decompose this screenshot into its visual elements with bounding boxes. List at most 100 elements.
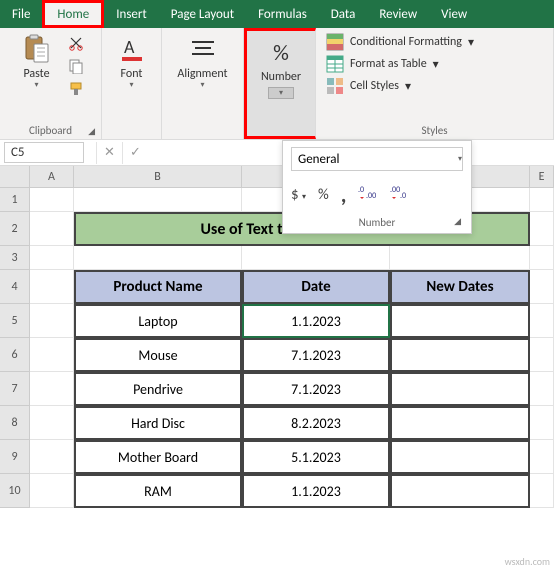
cell[interactable] bbox=[30, 406, 74, 440]
svg-text:.0: .0 bbox=[400, 191, 406, 200]
chevron-down-icon[interactable]: ▾ bbox=[268, 87, 294, 99]
tab-view[interactable]: View bbox=[429, 0, 479, 28]
data-cell[interactable] bbox=[390, 406, 530, 440]
cell-styles-button[interactable]: Cell Styles▾ bbox=[326, 77, 474, 95]
data-cell[interactable]: Hard Disc bbox=[74, 406, 242, 440]
cell[interactable] bbox=[530, 212, 554, 246]
paste-label: Paste bbox=[23, 67, 49, 81]
cell[interactable] bbox=[530, 372, 554, 406]
data-cell-selected[interactable]: 1.1.2023 bbox=[242, 304, 390, 338]
number-format-input[interactable] bbox=[292, 152, 458, 167]
scissors-icon bbox=[68, 35, 84, 51]
row-header[interactable]: 2 bbox=[0, 212, 30, 246]
tab-data[interactable]: Data bbox=[319, 0, 368, 28]
row-header[interactable]: 6 bbox=[0, 338, 30, 372]
data-cell[interactable] bbox=[390, 440, 530, 474]
col-header[interactable]: B bbox=[74, 166, 242, 187]
copy-icon bbox=[68, 58, 84, 74]
format-as-table-button[interactable]: Format as Table▾ bbox=[326, 55, 474, 73]
row-header[interactable]: 4 bbox=[0, 270, 30, 304]
accept-formula-button[interactable]: ✓ bbox=[122, 142, 148, 164]
data-cell[interactable]: Laptop bbox=[74, 304, 242, 338]
row-header[interactable]: 7 bbox=[0, 372, 30, 406]
select-all-corner[interactable] bbox=[0, 166, 30, 187]
cell[interactable] bbox=[530, 270, 554, 304]
header-cell[interactable]: Product Name bbox=[74, 270, 242, 304]
percent-icon: % bbox=[265, 36, 297, 68]
cell[interactable] bbox=[530, 338, 554, 372]
cell[interactable] bbox=[74, 246, 242, 270]
cell[interactable] bbox=[530, 188, 554, 212]
data-cell[interactable] bbox=[390, 474, 530, 508]
cell[interactable] bbox=[530, 304, 554, 338]
percent-button[interactable]: % bbox=[318, 186, 329, 204]
header-cell[interactable]: Date bbox=[242, 270, 390, 304]
font-button[interactable]: A Font ▾ bbox=[108, 31, 156, 90]
copy-button[interactable] bbox=[65, 56, 87, 76]
data-cell[interactable]: 7.1.2023 bbox=[242, 338, 390, 372]
cell[interactable] bbox=[530, 440, 554, 474]
row-header[interactable]: 3 bbox=[0, 246, 30, 270]
data-cell[interactable]: RAM bbox=[74, 474, 242, 508]
row-header[interactable]: 9 bbox=[0, 440, 30, 474]
data-cell[interactable] bbox=[390, 304, 530, 338]
header-cell[interactable]: New Dates bbox=[390, 270, 530, 304]
cond-format-label: Conditional Formatting bbox=[350, 35, 462, 49]
cell[interactable] bbox=[30, 246, 74, 270]
data-cell[interactable]: Mother Board bbox=[74, 440, 242, 474]
tab-file[interactable]: File bbox=[0, 0, 42, 28]
comma-button[interactable]: , bbox=[341, 181, 347, 208]
group-styles: Conditional Formatting▾ Format as Table▾… bbox=[316, 28, 554, 139]
dialog-launcher-icon[interactable]: ◢ bbox=[454, 216, 461, 227]
format-painter-button[interactable] bbox=[65, 79, 87, 99]
cell[interactable] bbox=[530, 474, 554, 508]
cell[interactable] bbox=[30, 440, 74, 474]
alignment-icon bbox=[187, 33, 219, 65]
cancel-formula-button[interactable]: ✕ bbox=[96, 142, 122, 164]
conditional-formatting-button[interactable]: Conditional Formatting▾ bbox=[326, 33, 474, 51]
cell[interactable] bbox=[30, 304, 74, 338]
row-header[interactable]: 5 bbox=[0, 304, 30, 338]
cell[interactable] bbox=[30, 212, 74, 246]
decrease-decimal-button[interactable]: .00.0 bbox=[390, 184, 410, 205]
paste-button[interactable]: Paste ▾ bbox=[13, 31, 61, 90]
cell[interactable] bbox=[30, 372, 74, 406]
cut-button[interactable] bbox=[65, 33, 87, 53]
data-cell[interactable] bbox=[390, 338, 530, 372]
cell[interactable] bbox=[74, 188, 242, 212]
number-format-button[interactable]: % Number ▾ bbox=[253, 34, 309, 99]
cell[interactable] bbox=[530, 246, 554, 270]
cell[interactable] bbox=[390, 246, 530, 270]
data-cell[interactable]: 8.2.2023 bbox=[242, 406, 390, 440]
tab-insert[interactable]: Insert bbox=[104, 0, 159, 28]
cell[interactable] bbox=[242, 246, 390, 270]
row-header[interactable]: 1 bbox=[0, 188, 30, 212]
col-header[interactable]: E bbox=[530, 166, 554, 187]
row-header[interactable]: 10 bbox=[0, 474, 30, 508]
data-cell[interactable] bbox=[390, 372, 530, 406]
tab-home[interactable]: Home bbox=[42, 0, 104, 28]
cell[interactable] bbox=[30, 188, 74, 212]
watermark: wsxdn.com bbox=[505, 555, 550, 568]
cell[interactable] bbox=[30, 474, 74, 508]
tab-page-layout[interactable]: Page Layout bbox=[159, 0, 246, 28]
number-format-field[interactable]: ▾ bbox=[291, 147, 463, 171]
data-cell[interactable]: 5.1.2023 bbox=[242, 440, 390, 474]
currency-button[interactable]: $ ▾ bbox=[291, 186, 306, 204]
cell[interactable] bbox=[30, 338, 74, 372]
data-cell[interactable]: 1.1.2023 bbox=[242, 474, 390, 508]
alignment-button[interactable]: Alignment ▾ bbox=[173, 31, 233, 90]
cell[interactable] bbox=[530, 406, 554, 440]
tab-review[interactable]: Review bbox=[367, 0, 429, 28]
tab-formulas[interactable]: Formulas bbox=[246, 0, 319, 28]
data-cell[interactable]: Pendrive bbox=[74, 372, 242, 406]
data-cell[interactable]: Mouse bbox=[74, 338, 242, 372]
row-header[interactable]: 8 bbox=[0, 406, 30, 440]
name-box[interactable]: C5 bbox=[4, 142, 84, 163]
chevron-down-icon[interactable]: ▾ bbox=[458, 154, 462, 164]
cell[interactable] bbox=[30, 270, 74, 304]
dialog-launcher-icon[interactable]: ◢ bbox=[88, 126, 95, 137]
increase-decimal-button[interactable]: .0.00 bbox=[358, 184, 378, 205]
data-cell[interactable]: 7.1.2023 bbox=[242, 372, 390, 406]
col-header[interactable]: A bbox=[30, 166, 74, 187]
